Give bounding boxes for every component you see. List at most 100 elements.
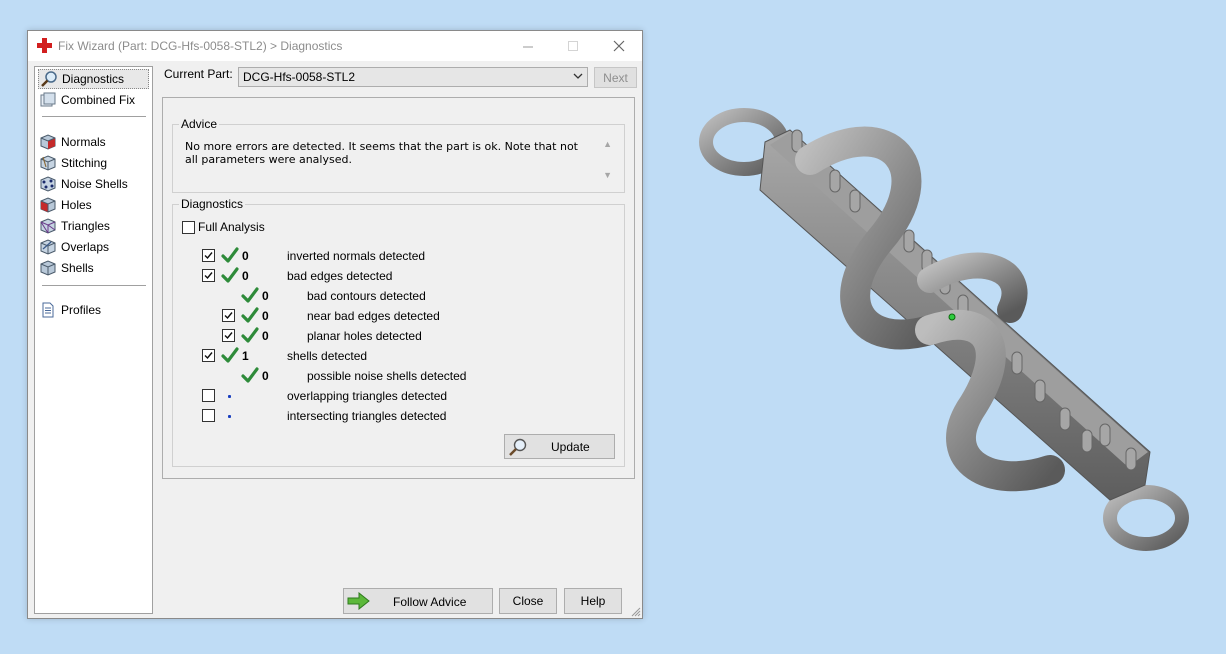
diagnostic-checkbox[interactable] <box>222 309 235 322</box>
nav-label: Stitching <box>61 156 108 170</box>
nav-item-holes[interactable]: Holes <box>38 195 149 215</box>
3d-model-view[interactable] <box>690 90 1220 570</box>
diagnostic-label: inverted normals detected <box>287 249 426 263</box>
diagnostic-checkbox[interactable] <box>222 329 235 342</box>
diagnostic-row: 0 inverted normals detected <box>173 247 613 265</box>
green-check-icon <box>241 327 259 345</box>
diagnostic-checkbox[interactable] <box>202 349 215 362</box>
advice-group: Advice No more errors are detected. It s… <box>172 117 625 193</box>
nav-label: Overlaps <box>61 240 110 254</box>
follow-advice-button[interactable]: Follow Advice <box>343 588 493 614</box>
diagnostic-count: 1 <box>242 349 249 363</box>
full-analysis-row: Full Analysis <box>182 220 265 234</box>
status-dot-icon <box>228 415 231 418</box>
green-check-icon <box>221 347 239 365</box>
diagnostic-label: possible noise shells detected <box>307 369 467 383</box>
scroll-up-icon[interactable]: ▲ <box>603 139 612 149</box>
normals-cube-icon <box>40 134 56 150</box>
diagnostic-count: 0 <box>262 309 269 323</box>
green-check-icon <box>241 307 259 325</box>
nav-label: Profiles <box>61 303 102 317</box>
diagnostic-label: near bad edges detected <box>307 309 440 323</box>
wizard-nav: Diagnostics Combined Fix Normals Stitchi… <box>34 66 153 614</box>
full-analysis-checkbox[interactable] <box>182 220 195 234</box>
nav-item-normals[interactable]: Normals <box>38 132 149 152</box>
triangles-cube-icon <box>40 218 56 234</box>
diagnostic-row: 0 bad edges detected <box>173 267 613 285</box>
update-label: Update <box>551 440 590 454</box>
nav-item-stitching[interactable]: Stitching <box>38 153 149 173</box>
nav-item-diagnostics[interactable]: Diagnostics <box>38 69 149 89</box>
nav-item-triangles[interactable]: Triangles <box>38 216 149 236</box>
current-part-select[interactable]: DCG-Hfs-0058-STL2 <box>238 67 588 87</box>
close-button[interactable]: Close <box>499 588 557 614</box>
close-window-button[interactable] <box>596 31 641 61</box>
diagnostic-label: intersecting triangles detected <box>287 409 447 423</box>
green-check-icon <box>241 287 259 305</box>
diagnostic-checkbox[interactable] <box>202 409 215 422</box>
current-part-label: Current Part: <box>164 67 233 81</box>
diagnostic-count: 0 <box>262 289 269 303</box>
diagnostic-count: 0 <box>242 249 249 263</box>
nav-item-profiles[interactable]: Profiles <box>38 300 149 320</box>
ring-right <box>1103 485 1189 551</box>
diagnostics-group: Diagnostics Full Analysis 0 inverted norm… <box>172 197 625 467</box>
window-title: Fix Wizard (Part: DCG-Hfs-0058-STL2) > D… <box>58 39 343 53</box>
diagnostic-count: 0 <box>242 269 249 283</box>
diagnostic-checkbox[interactable] <box>202 389 215 402</box>
maximize-icon <box>568 40 578 51</box>
diagnostic-row: 0 possible noise shells detected <box>173 367 613 385</box>
nav-label: Normals <box>61 135 106 149</box>
status-dot-icon <box>228 395 231 398</box>
diagnostic-row: 1 shells detected <box>173 347 613 365</box>
diagnostic-count: 0 <box>262 329 269 343</box>
full-analysis-label: Full Analysis <box>198 220 265 234</box>
current-part-value: DCG-Hfs-0058-STL2 <box>243 70 356 84</box>
green-check-icon <box>221 267 239 285</box>
nav-item-shells[interactable]: Shells <box>38 258 149 278</box>
green-check-icon <box>221 247 239 265</box>
nav-label: Triangles <box>61 219 110 233</box>
shells-cube-icon <box>40 260 56 276</box>
chevron-down-icon <box>573 73 583 79</box>
diagnostic-label: shells detected <box>287 349 368 363</box>
update-button[interactable]: Update <box>504 434 615 459</box>
diagnostic-checkbox[interactable] <box>202 249 215 262</box>
nav-label: Noise Shells <box>61 177 128 191</box>
maximize-button[interactable] <box>551 31 596 61</box>
close-icon <box>613 40 624 52</box>
nav-separator <box>42 285 146 286</box>
scroll-down-icon[interactable]: ▼ <box>603 170 612 180</box>
nav-label: Diagnostics <box>62 72 125 86</box>
title-bar[interactable]: Fix Wizard (Part: DCG-Hfs-0058-STL2) > D… <box>28 31 642 61</box>
diagnostics-panel: Advice No more errors are detected. It s… <box>162 97 635 479</box>
advice-group-title: Advice <box>179 117 220 131</box>
next-button[interactable]: Next <box>594 67 637 88</box>
diagnostic-row: 0 planar holes detected <box>173 327 613 345</box>
minimize-button[interactable] <box>506 31 551 61</box>
diagnostic-row: overlapping triangles detected <box>173 387 613 405</box>
resize-grip-icon[interactable] <box>631 607 641 617</box>
help-button[interactable]: Help <box>564 588 622 614</box>
fix-wizard-window: Fix Wizard (Part: DCG-Hfs-0058-STL2) > D… <box>27 30 643 619</box>
diagnostic-row: 0 near bad edges detected <box>173 307 613 325</box>
noise-shells-icon <box>40 176 56 192</box>
follow-advice-label: Follow Advice <box>393 595 467 609</box>
nav-label: Holes <box>61 198 92 212</box>
diagnostic-checkbox[interactable] <box>202 269 215 282</box>
nav-item-combined-fix[interactable]: Combined Fix <box>38 90 149 110</box>
nav-separator <box>42 116 146 117</box>
advice-text: No more errors are detected. It seems th… <box>185 140 578 166</box>
diagnostic-row: intersecting triangles detected <box>173 407 613 425</box>
minimize-icon <box>523 46 533 47</box>
magnifier-icon <box>509 438 527 456</box>
nav-item-overlaps[interactable]: Overlaps <box>38 237 149 257</box>
profiles-document-icon <box>42 302 54 318</box>
magnifier-icon <box>41 71 57 87</box>
diagnostic-label: overlapping triangles detected <box>287 389 448 403</box>
diagnostic-label: bad contours detected <box>307 289 426 303</box>
diagnostic-row: 0 bad contours detected <box>173 287 613 305</box>
diagnostic-count: 0 <box>262 369 269 383</box>
nav-item-noise-shells[interactable]: Noise Shells <box>38 174 149 194</box>
diagnostic-label: planar holes detected <box>307 329 422 343</box>
